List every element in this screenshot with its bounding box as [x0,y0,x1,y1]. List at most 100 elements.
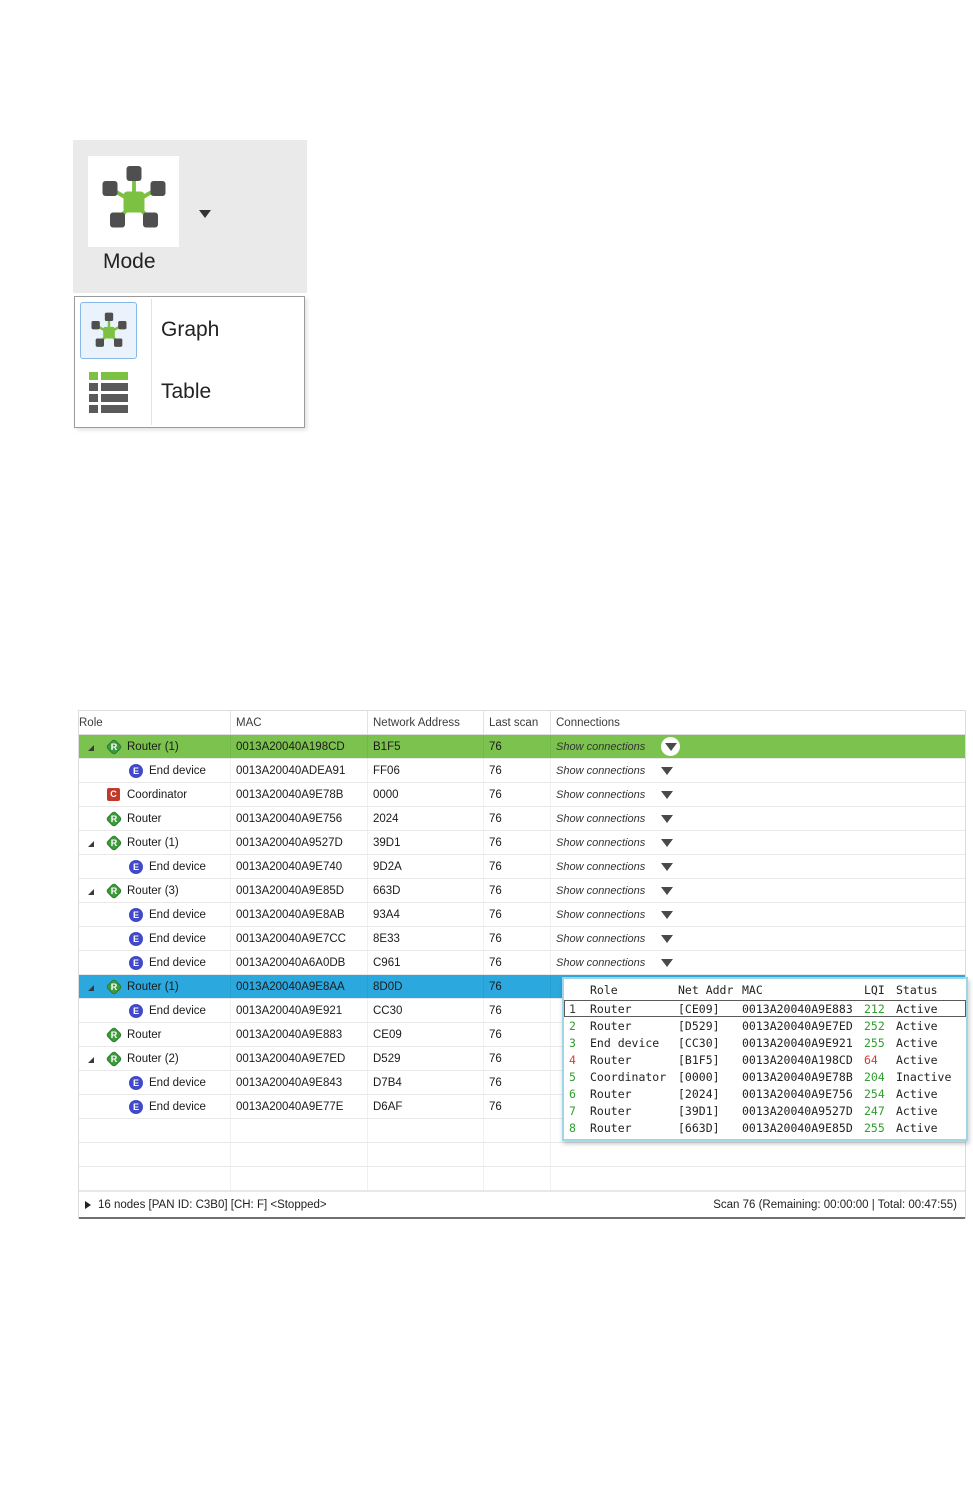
menu-item-table-label: Table [161,380,212,403]
mac-cell: 0013A20040A9E7CC [231,927,368,950]
popup-lqi-cell: 64 [864,1052,878,1067]
connections-dropdown-icon[interactable] [661,862,674,871]
column-header-network-address[interactable]: Network Address [368,711,484,734]
expander-icon[interactable] [88,745,94,751]
popup-lqi-cell: 204 [864,1069,885,1084]
column-header-mac[interactable]: MAC [231,711,368,734]
show-connections-label: Show connections [556,956,646,969]
popup-mac-cell: 0013A20040A9E85D [742,1120,853,1135]
popup-role-cell: Coordinator [590,1069,667,1084]
role-label: End device [149,932,206,945]
empty-cell [231,1143,368,1166]
show-connections-label: Show connections [556,860,646,873]
last-scan-cell: 76 [484,855,551,878]
table-row[interactable]: E End device 0013A20040A9E7CC 8E33 76 Show co… [79,927,965,951]
table-row[interactable]: E End device 0013A20040A9E740 9D2A 76 Show co… [79,855,965,879]
mac-cell: 0013A20040A9E77E [231,1095,368,1118]
menu-item-table[interactable]: Table [75,361,304,423]
table-row[interactable]: R Router (1) 0013A20040A198CD B1F5 76 Show co… [79,735,965,759]
popup-lqi-cell: 247 [864,1103,885,1118]
popup-lqi-cell: 254 [864,1086,885,1101]
popup-column-lqi: LQI [864,982,885,997]
network-graph-icon [98,163,170,240]
popup-connection-row[interactable]: 1 Router [CE09] 0013A20040A9E883 212 Active [564,1000,966,1017]
popup-net-addr-cell: [2024] [678,1086,720,1101]
expander-icon[interactable] [88,1057,94,1063]
popup-role-cell: Router [590,1052,632,1067]
popup-row-number: 3 [569,1035,576,1050]
popup-connection-row[interactable]: 2 Router [D529] 0013A20040A9E7ED 252 Active [564,1017,966,1034]
connections-dropdown-icon[interactable] [661,814,674,823]
connections-dropdown-icon[interactable] [661,958,674,967]
popup-net-addr-cell: [39D1] [678,1103,720,1118]
table-row[interactable]: R Router (3) 0013A20040A9E85D 663D 76 Show co… [79,879,965,903]
connections-dropdown-icon[interactable] [661,910,674,919]
network-address-cell: 2024 [368,807,484,830]
table-row[interactable]: E End device 0013A20040ADEA91 FF06 76 Show co… [79,759,965,783]
role-label: End device [149,1004,206,1017]
network-table: Role MAC Network Address Last scan Conne… [78,710,966,1219]
table-row[interactable]: R Router 0013A20040A9E756 2024 76 Show connec… [79,807,965,831]
popup-net-addr-cell: [663D] [678,1120,720,1135]
connections-dropdown-icon[interactable] [661,766,674,775]
popup-connection-row[interactable]: 7 Router [39D1] 0013A20040A9527D 247 Active [564,1102,966,1119]
role-cell: C Coordinator [79,783,231,806]
network-address-cell: C961 [368,951,484,974]
role-cell: E End device [79,927,231,950]
network-address-cell: D7B4 [368,1071,484,1094]
last-scan-cell: 76 [484,1095,551,1118]
triangle-down-glyph [661,862,674,871]
show-connections-label: Show connections [556,932,646,945]
expander-icon[interactable] [88,841,94,847]
table-row[interactable]: E End device 0013A20040A6A0DB C961 76 Show co… [79,951,965,975]
popup-connection-row[interactable]: 5 Coordinator [0000] 0013A20040A9E78B 204 Ina… [564,1068,966,1085]
mode-button[interactable] [88,156,179,247]
menu-item-graph[interactable]: Graph [75,299,304,361]
connections-dropdown-icon[interactable] [661,737,681,756]
table-row[interactable]: R Router (1) 0013A20040A9527D 39D1 76 Show co… [79,831,965,855]
show-connections-label: Show connections [556,740,646,753]
column-header-connections[interactable]: Connections [551,711,965,734]
last-scan-cell: 76 [484,1071,551,1094]
column-header-last-scan[interactable]: Last scan [484,711,551,734]
network-address-cell: 9D2A [368,855,484,878]
last-scan-cell: 76 [484,999,551,1022]
table-row[interactable]: E End device 0013A20040A9E8AB 93A4 76 Show co… [79,903,965,927]
popup-connection-row[interactable]: 4 Router [B1F5] 0013A20040A198CD 64 Active [564,1051,966,1068]
show-connections-label: Show connections [556,836,646,849]
popup-header: Role Net Addr MAC LQI Status [564,979,966,1000]
popup-mac-cell: 0013A20040A198CD [742,1052,853,1067]
triangle-down-glyph [661,934,674,943]
empty-cell [79,1167,231,1190]
column-header-role[interactable]: Role [79,711,231,734]
popup-lqi-cell: 212 [864,1001,885,1016]
connections-dropdown-icon[interactable] [661,838,674,847]
last-scan-cell: 76 [484,735,551,758]
end-device-icon: E [129,908,143,922]
popup-row-number: 7 [569,1103,576,1118]
expander-icon[interactable] [88,985,94,991]
expand-status-icon[interactable] [85,1200,91,1209]
connections-cell: Show connections [551,927,965,950]
popup-mac-cell: 0013A20040A9E921 [742,1035,853,1050]
node-icon-letter: E [132,957,139,968]
popup-connection-row[interactable]: 6 Router [2024] 0013A20040A9E756 254 Active [564,1085,966,1102]
popup-net-addr-cell: [B1F5] [678,1052,720,1067]
connections-dropdown-icon[interactable] [661,886,674,895]
connections-dropdown-icon[interactable] [661,790,674,799]
mode-dropdown-caret-icon[interactable] [199,210,211,218]
empty-cell [551,1167,965,1190]
router-icon: R [105,810,123,828]
popup-connection-row[interactable]: 3 End device [CC30] 0013A20040A9E921 255 Acti… [564,1034,966,1051]
last-scan-cell: 76 [484,831,551,854]
node-icon-letter: R [110,1053,118,1064]
network-address-cell: 93A4 [368,903,484,926]
popup-connection-row[interactable]: 8 Router [663D] 0013A20040A9E85D 255 Active [564,1119,966,1136]
table-row[interactable]: C Coordinator 0013A20040A9E78B 0000 76 Show c… [79,783,965,807]
role-label: Router (1) [127,836,179,849]
expander-icon[interactable] [88,889,94,895]
connections-dropdown-icon[interactable] [661,934,674,943]
role-cell: R Router [79,1023,231,1046]
triangle-down-glyph [661,814,674,823]
mac-cell: 0013A20040A6A0DB [231,951,368,974]
